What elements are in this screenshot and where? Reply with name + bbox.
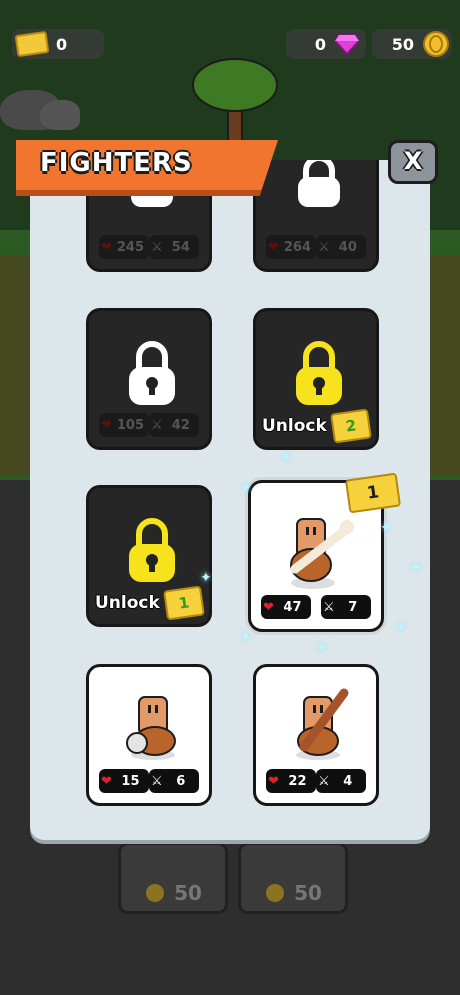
shop-price: 50 [241,881,345,905]
health-stat: ❤ 22 [266,769,316,793]
health-value: 105 [116,417,145,433]
health-stat: ❤ 245 [99,235,149,259]
tree-decoration [192,58,278,145]
sparkle-icon: ✦ [316,640,328,656]
health-stat: ❤ 47 [261,595,311,619]
sparkle-icon: ✦ [395,620,407,636]
rock-decoration [40,100,80,130]
caveman-club-character [296,688,349,760]
ticket-count: 0 [56,34,68,54]
heart-icon: ❤ [263,599,274,615]
fighter-card-locked[interactable]: ❤ 264 ⚔ 40 [253,160,379,272]
shop-item[interactable]: 50 [238,842,348,914]
swords-icon: ⚔ [151,417,163,433]
attack-stat: ⚔ 40 [316,235,366,259]
yellow-lock-icon [296,341,342,405]
sparkle-icon: ✦ [200,570,212,586]
ticket-badge-selected: 1 [344,472,402,514]
fighter-card-owned[interactable]: ❤ 15 ⚔ 6 [86,664,212,806]
attack-value: 6 [176,773,186,789]
swords-icon: ⚔ [323,599,335,615]
swords-icon: ⚔ [151,239,163,255]
unlock-label: Unlock [262,416,327,436]
ticket-cost-badge: 1 [163,585,205,621]
close-button[interactable]: X [388,140,438,184]
coin-counter: 50 [372,29,452,59]
sparkle-icon: ✦ [280,450,292,466]
caveman-rock-character [126,696,176,760]
shop-price: 50 [121,881,225,905]
ticket-icon [14,30,50,58]
swords-icon: ⚔ [318,773,330,789]
heart-icon: ❤ [101,239,112,255]
heart-icon: ❤ [101,417,112,433]
price-value: 50 [174,881,202,905]
sparkle-icon: ✦ [240,480,252,496]
unlock-label: Unlock [95,593,160,613]
attack-stat: ⚔ 6 [149,769,199,793]
caveman-bone-character [290,518,354,589]
fighter-card-unlockable[interactable]: Unlock 2 [253,308,379,450]
sparkle-icon: ✦ [410,560,422,576]
fighter-card-owned[interactable]: ❤ 22 ⚔ 4 [253,664,379,806]
ticket-counter: 0 [12,29,104,59]
health-value: 47 [283,599,302,615]
gem-count: 0 [314,34,326,54]
coin-icon [422,30,450,58]
attack-value: 54 [171,239,190,255]
coin-count: 50 [391,34,414,54]
lock-icon [129,341,175,405]
sparkle-icon: ✦ [240,630,252,646]
attack-value: 4 [343,773,353,789]
health-value: 264 [283,239,312,255]
health-stat: ❤ 105 [99,413,149,437]
lock-icon [298,160,340,207]
gem-counter: 0 [286,29,366,59]
heart-icon: ❤ [101,773,112,789]
fighter-card-unlockable[interactable]: Unlock 1 [86,485,212,627]
coin-icon [266,884,285,902]
heart-icon: ❤ [268,239,279,255]
health-value: 245 [116,239,145,255]
price-value: 50 [294,881,322,905]
swords-icon: ⚔ [151,773,163,789]
attack-stat: ⚔ 7 [321,595,371,619]
health-value: 22 [288,773,307,789]
fighter-card-locked[interactable]: ❤ 105 ⚔ 42 [86,308,212,450]
swords-icon: ⚔ [318,239,330,255]
yellow-lock-icon [129,518,175,582]
heart-icon: ❤ [268,773,279,789]
health-value: 15 [121,773,140,789]
page-title: FIGHTERS [40,148,193,178]
health-stat: ❤ 15 [99,769,149,793]
attack-stat: ⚔ 54 [149,235,199,259]
gem-icon [334,33,360,55]
attack-value: 42 [171,417,190,433]
attack-value: 40 [338,239,357,255]
attack-value: 7 [348,599,358,615]
shop-item[interactable]: 50 [118,842,228,914]
attack-stat: ⚔ 4 [316,769,366,793]
coin-icon [146,884,165,902]
attack-stat: ⚔ 42 [149,413,199,437]
ticket-cost-badge: 2 [330,408,372,444]
sparkle-icon: ✦ [380,520,392,536]
health-stat: ❤ 264 [266,235,316,259]
